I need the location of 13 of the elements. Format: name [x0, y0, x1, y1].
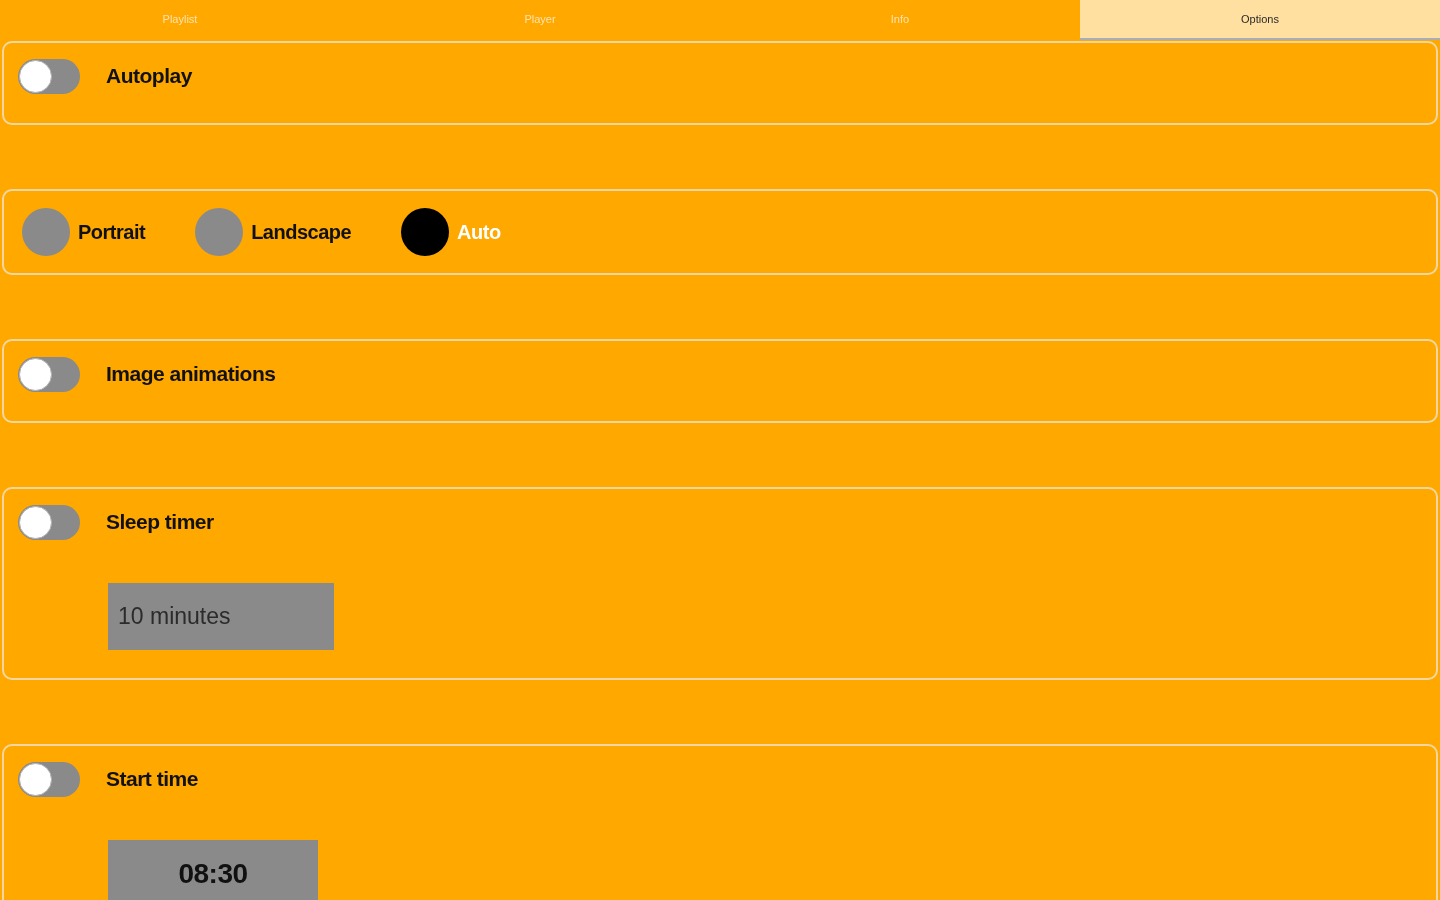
toggle-switch[interactable]: [18, 58, 80, 94]
radio-option[interactable]: Portrait: [22, 208, 146, 256]
time-field[interactable]: 08:30: [108, 840, 318, 900]
tab[interactable]: Options: [1080, 0, 1440, 40]
duration-field[interactable]: 10 minutes: [108, 583, 334, 650]
setting-label: Image animations: [106, 362, 276, 386]
setting-label: Start time: [106, 767, 198, 791]
radio-option[interactable]: Landscape: [195, 208, 352, 256]
setting-label: Autoplay: [106, 64, 192, 88]
setting-label: Sleep timer: [106, 510, 214, 534]
toggle-switch[interactable]: [18, 761, 80, 797]
toggle-switch[interactable]: [18, 356, 80, 392]
toggle-switch[interactable]: [18, 504, 80, 540]
